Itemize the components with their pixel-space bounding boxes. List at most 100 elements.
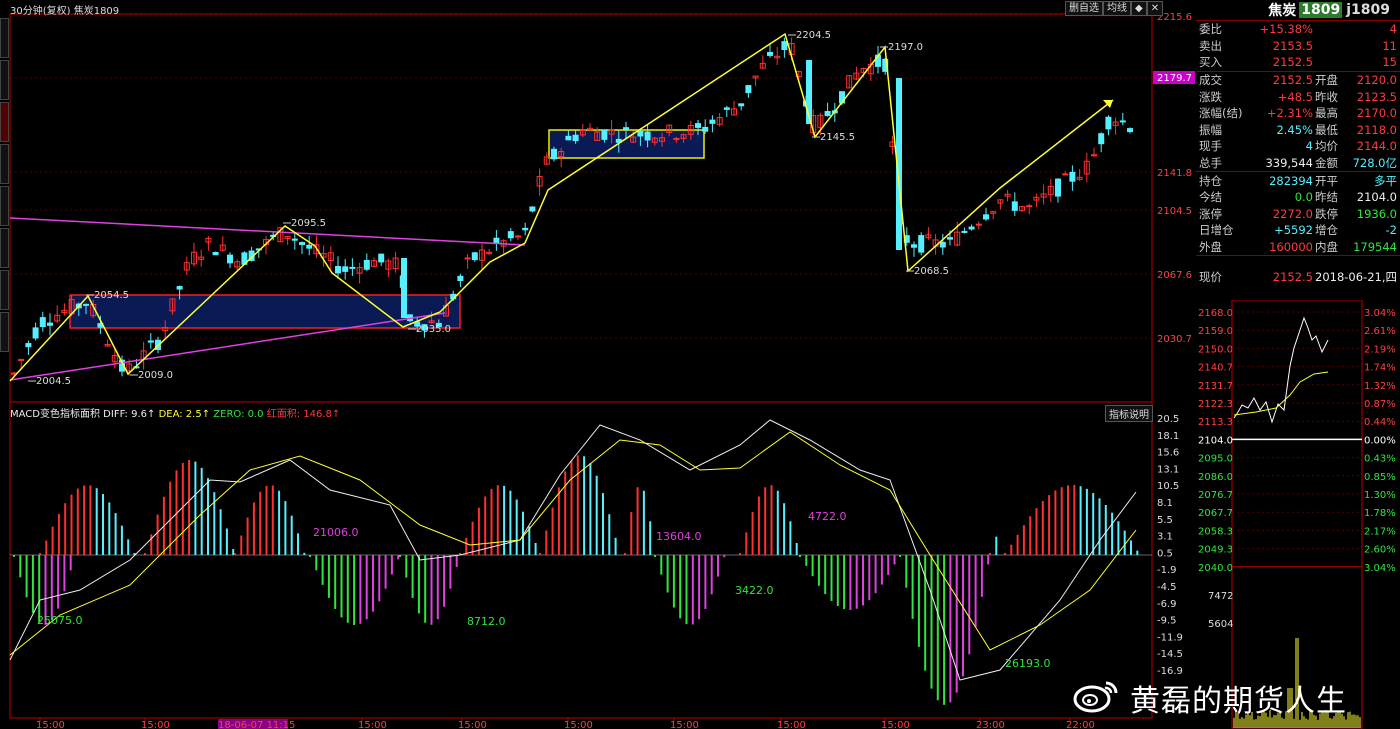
price-panel-frame (10, 14, 1152, 402)
candle-down (969, 227, 974, 229)
mini-pct-tick: 1.74% (1364, 363, 1396, 374)
mini-pct-tick: 0.44% (1364, 417, 1396, 428)
quote-row: 持仓 282394 开平 多平 (1196, 172, 1400, 189)
quote-value: 2152.5 (1235, 73, 1313, 87)
quote-value: 15 (1355, 55, 1400, 69)
mini-pct-tick: 0.87% (1364, 399, 1396, 410)
macd-diff: DIFF: 9.6↑ (103, 409, 155, 420)
contract-name: 焦炭 (1268, 0, 1296, 20)
mini-price-tick: 2095.0 (1198, 454, 1233, 465)
quote-label: 金额 (1313, 155, 1345, 171)
candle-down (213, 252, 218, 254)
quote-value: 1936.0 (1345, 207, 1400, 221)
quote-value: 2120.0 (1345, 73, 1400, 87)
candle-down (984, 215, 989, 219)
candle-down (336, 267, 341, 273)
quote-value: -2 (1345, 223, 1400, 237)
side-tab[interactable] (0, 60, 9, 100)
quote-row: 现手 4 均价 2144.0 (1196, 138, 1400, 155)
quote-row: 振幅 2.45% 最低 2118.0 (1196, 122, 1400, 139)
current-price-label: 现价 (1196, 269, 1235, 285)
time-tick: 15:00 (141, 720, 170, 729)
macd-legend: MACD变色指标面积 DIFF: 9.6↑ DEA: 2.5↑ ZERO: 0.… (10, 405, 340, 420)
divider (1196, 255, 1400, 256)
quote-label: 买入 (1196, 54, 1235, 70)
candle-down (379, 254, 384, 262)
candle-down (307, 245, 312, 248)
mini-pct-tick: 0.00% (1364, 435, 1396, 446)
side-tab[interactable] (0, 228, 9, 268)
left-side-tabs (0, 18, 8, 378)
quote-label: 开盘 (1313, 72, 1345, 88)
candle-down (1120, 121, 1125, 122)
candle-down (552, 149, 557, 158)
quote-value: 2153.5 (1235, 39, 1313, 53)
mini-price-tick: 2086.0 (1198, 472, 1233, 483)
mini-pct-tick: 3.04% (1364, 308, 1396, 319)
side-tab[interactable] (0, 186, 9, 226)
intraday-price-line (1234, 318, 1328, 422)
mini-price-tick: 2150.0 (1198, 344, 1233, 355)
yellow-wave-line (10, 34, 1113, 381)
quote-value: +5592 (1235, 223, 1313, 237)
quote-label: 日增仓 (1196, 222, 1235, 238)
mini-pct-tick: 0.85% (1364, 472, 1396, 483)
quote-label: 委比 (1196, 21, 1235, 37)
side-tab[interactable] (0, 102, 9, 142)
indicator-help-button[interactable]: 指标说明 (1105, 405, 1153, 422)
candle-down (48, 323, 53, 325)
candle-down (300, 243, 305, 245)
quote-value: 2152.5 (1235, 55, 1313, 69)
time-tick: 15:00 (458, 720, 487, 729)
time-tick: 15:00 (36, 720, 65, 729)
magenta-trendline (10, 218, 525, 245)
macd-tick: 3.1 (1157, 532, 1173, 543)
quote-value: 160000 (1235, 240, 1313, 254)
quote-value: 11 (1355, 39, 1400, 53)
mini-price-tick: 2113.3 (1198, 417, 1233, 428)
trade-stats: 成交 2152.5 开盘 2120.0 涨跌 +48.5 昨收 2123.5 涨幅(结) +2.3… (1196, 72, 1400, 172)
candle-down (696, 124, 701, 128)
time-tick: 15:00 (564, 720, 593, 729)
candle-down (401, 258, 407, 318)
volume-tick: 7472 (1208, 591, 1233, 602)
price-annotation: 2068.5 (914, 266, 949, 277)
side-tab[interactable] (0, 312, 9, 352)
quote-row: 涨幅(结) +2.31% 最高 2170.0 (1196, 105, 1400, 122)
side-tab[interactable] (0, 144, 9, 184)
quote-row: 买入 2152.5 15 (1196, 54, 1400, 71)
candle-down (1070, 172, 1075, 181)
close-icon[interactable]: ✕ (1147, 1, 1163, 16)
quote-value: 339,544 (1235, 156, 1313, 170)
candle-down (782, 42, 787, 50)
candle-down (962, 231, 967, 232)
quote-value: 179544 (1345, 240, 1400, 254)
quote-row: 成交 2152.5 开盘 2120.0 (1196, 72, 1400, 89)
moving-average-button[interactable]: 均线 (1103, 1, 1131, 16)
side-tab[interactable] (0, 18, 9, 58)
mini-pct-tick: 2.17% (1364, 526, 1396, 537)
intraday-mini-chart: 2168.0 3.04%2159.0 2.61%2150.0 2.19%2140.7 1… (1196, 300, 1400, 729)
quote-row: 总手 339,544 金额 728.0亿 (1196, 155, 1400, 172)
mini-price-tick: 2049.3 (1198, 545, 1233, 556)
candle-up (516, 236, 521, 237)
quote-label: 最低 (1313, 122, 1345, 138)
candle-down (26, 344, 31, 347)
current-price-row: 现价 2152.5 2018-06-21,四 (1196, 268, 1400, 285)
remove-favorite-button[interactable]: 删自选 (1065, 1, 1103, 16)
candle-down (940, 242, 945, 247)
price-annotation: 2204.5 (796, 30, 831, 41)
weibo-logo-icon (1072, 677, 1120, 713)
macd-zero: ZERO: 0.0 (213, 409, 263, 420)
macd-tick: -1.9 (1157, 565, 1177, 576)
quote-label: 涨幅(结) (1196, 105, 1235, 121)
candle-up (1027, 206, 1032, 207)
quote-label: 增仓 (1313, 222, 1345, 238)
candle-down (1056, 179, 1061, 196)
quote-label: 开平 (1313, 173, 1345, 189)
diamond-icon[interactable]: ◆ (1131, 1, 1147, 16)
current-price-tag: 2179.7 (1157, 73, 1192, 84)
quote-value: 2118.0 (1345, 123, 1400, 137)
quote-row: 卖出 2153.5 11 (1196, 38, 1400, 55)
side-tab[interactable] (0, 270, 9, 310)
